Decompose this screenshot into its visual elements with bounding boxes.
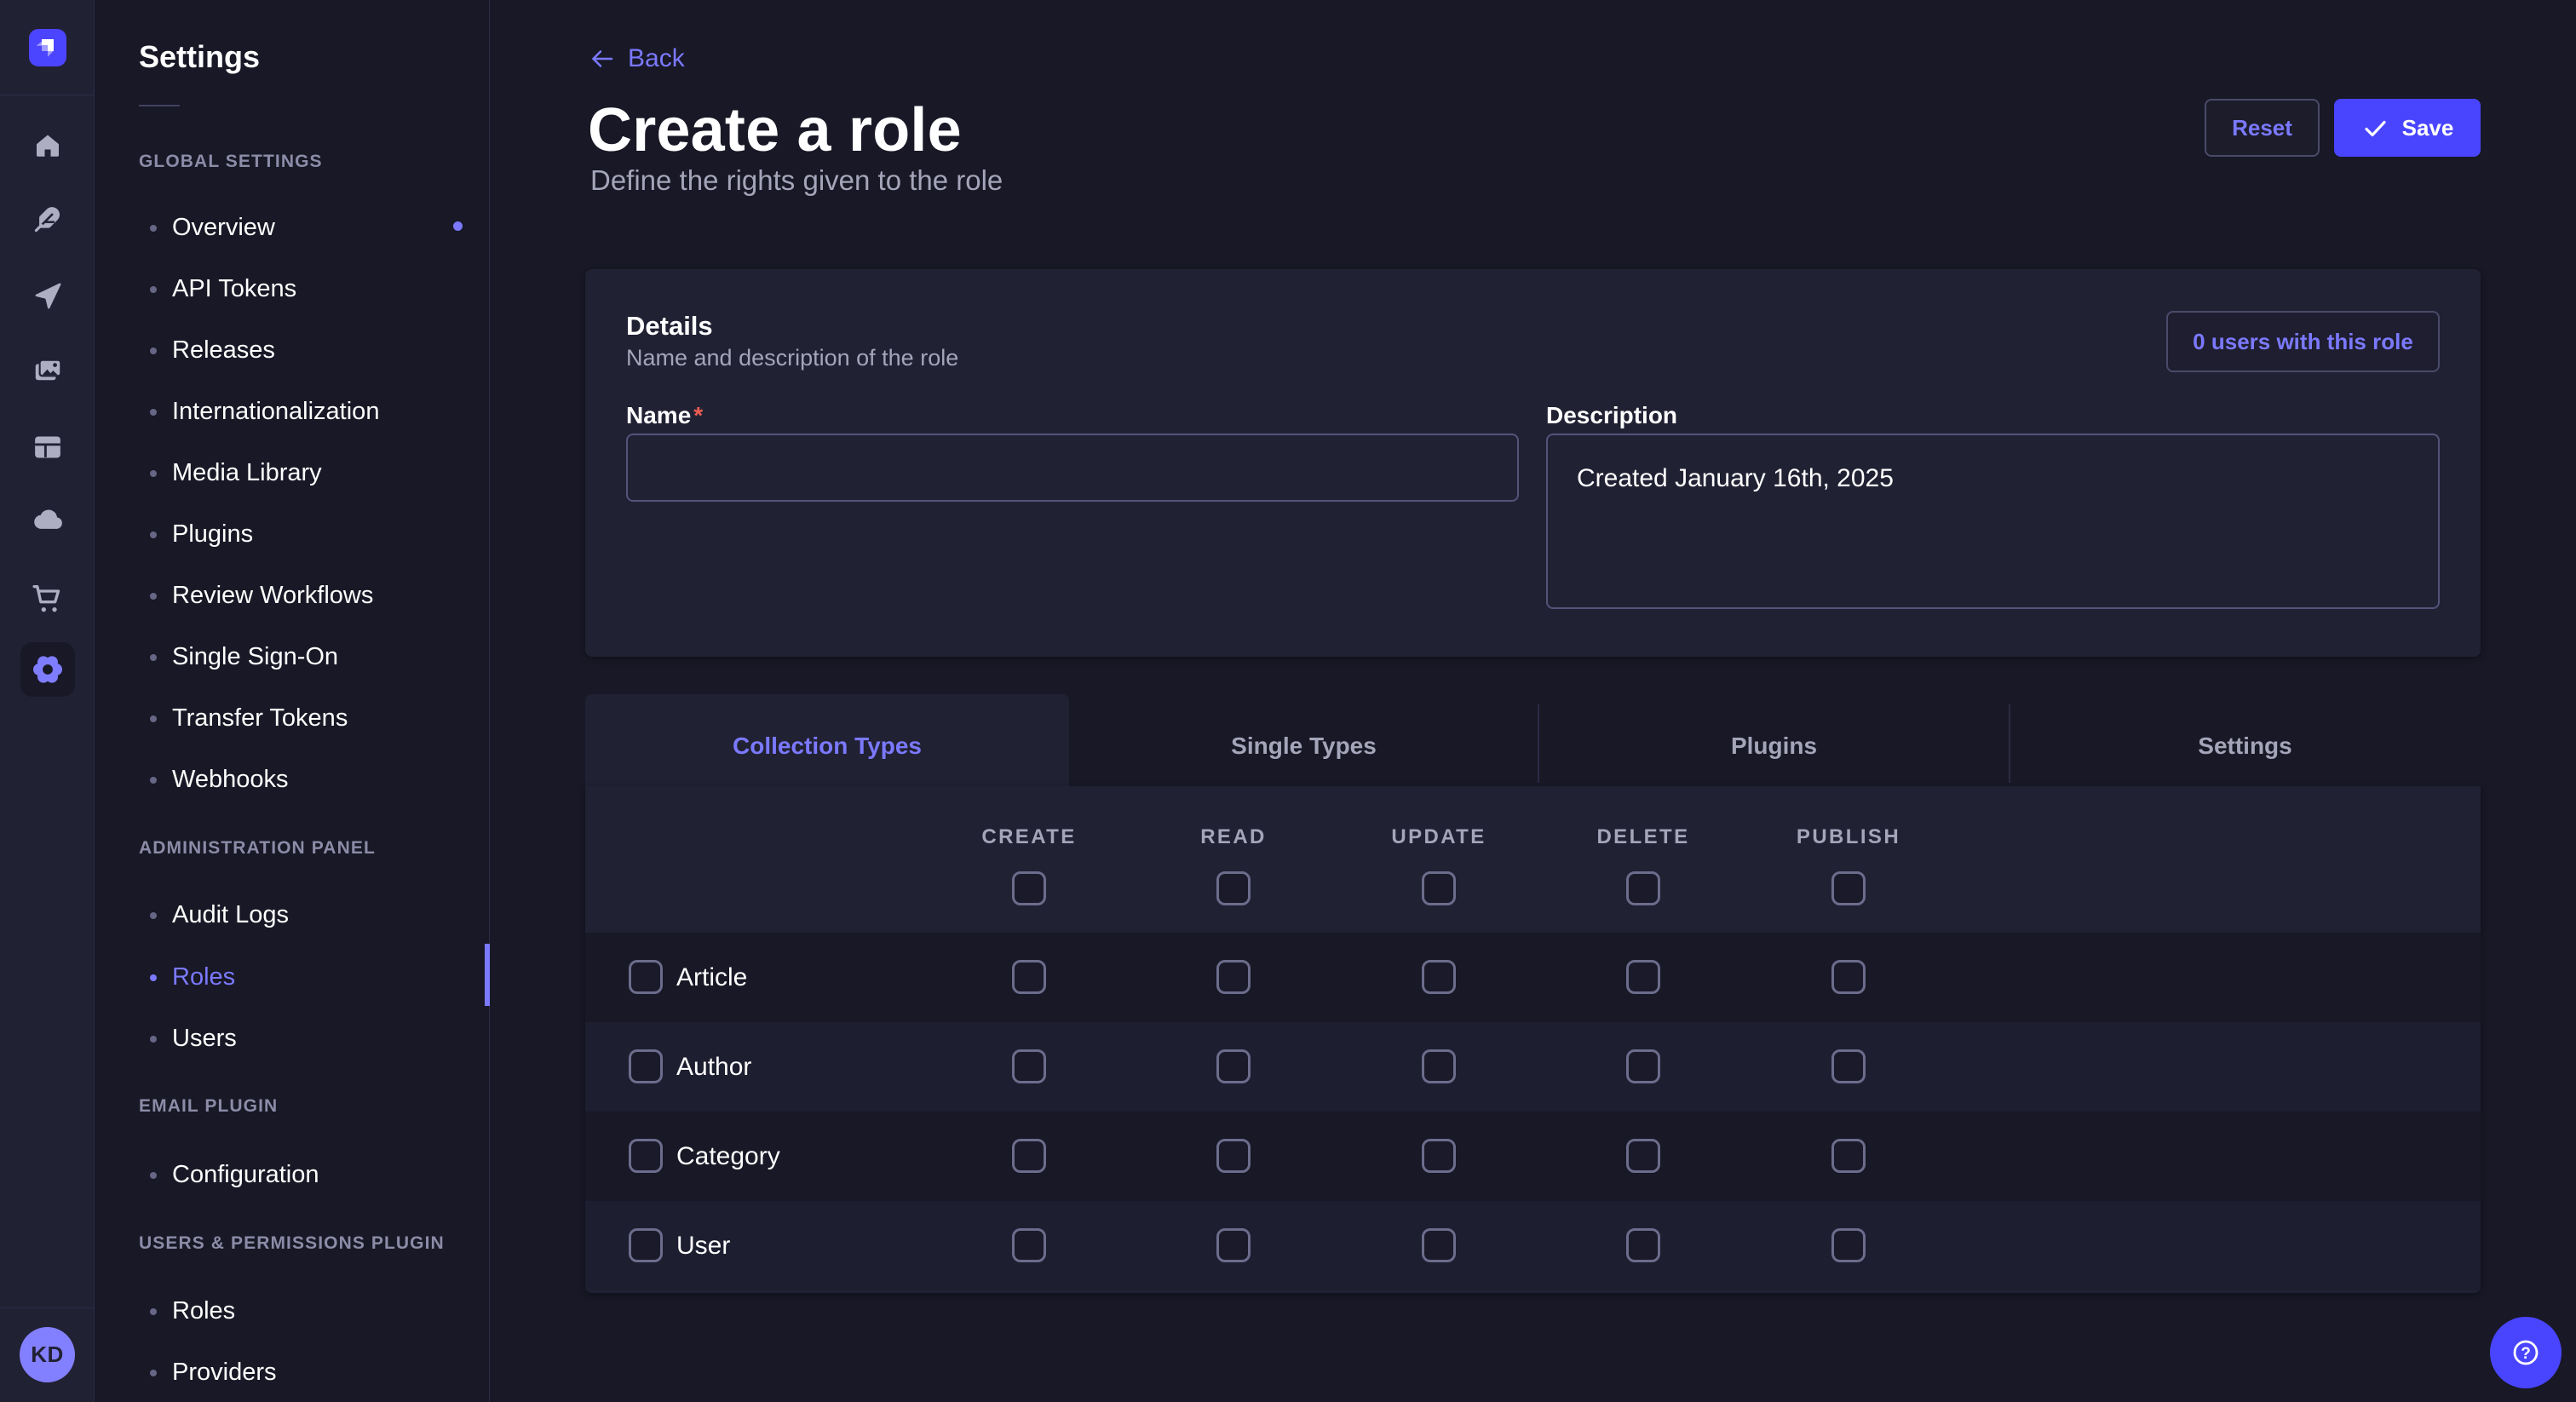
svg-text:?: ? — [2521, 1345, 2531, 1363]
